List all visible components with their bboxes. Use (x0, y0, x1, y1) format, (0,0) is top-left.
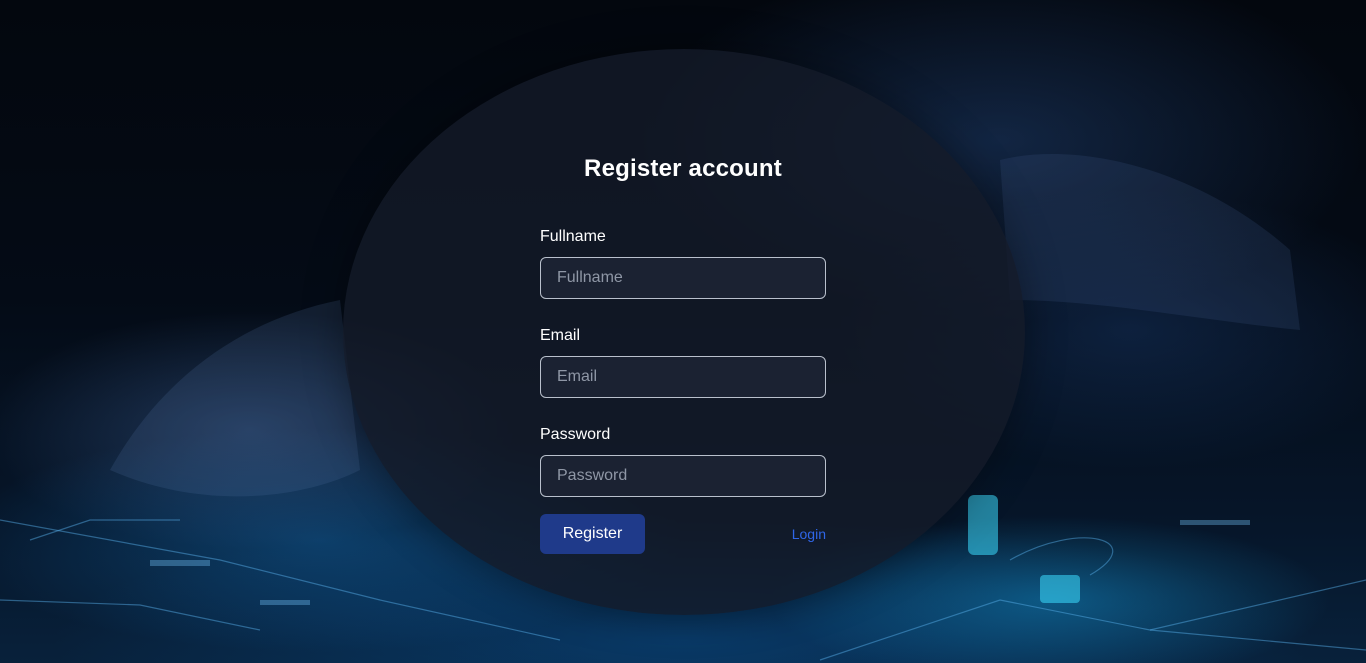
email-input[interactable] (540, 356, 826, 398)
email-label: Email (540, 327, 581, 344)
password-input[interactable] (540, 455, 826, 497)
fullname-input[interactable] (540, 257, 826, 299)
form-actions: Register Login (540, 514, 826, 554)
password-label: Password (540, 426, 611, 443)
login-link[interactable]: Login (792, 526, 826, 542)
register-form: Fullname Email Password Register Login (540, 226, 826, 554)
register-button[interactable]: Register (540, 514, 645, 554)
fullname-label: Fullname (540, 228, 606, 245)
page-title: Register account (584, 155, 782, 182)
